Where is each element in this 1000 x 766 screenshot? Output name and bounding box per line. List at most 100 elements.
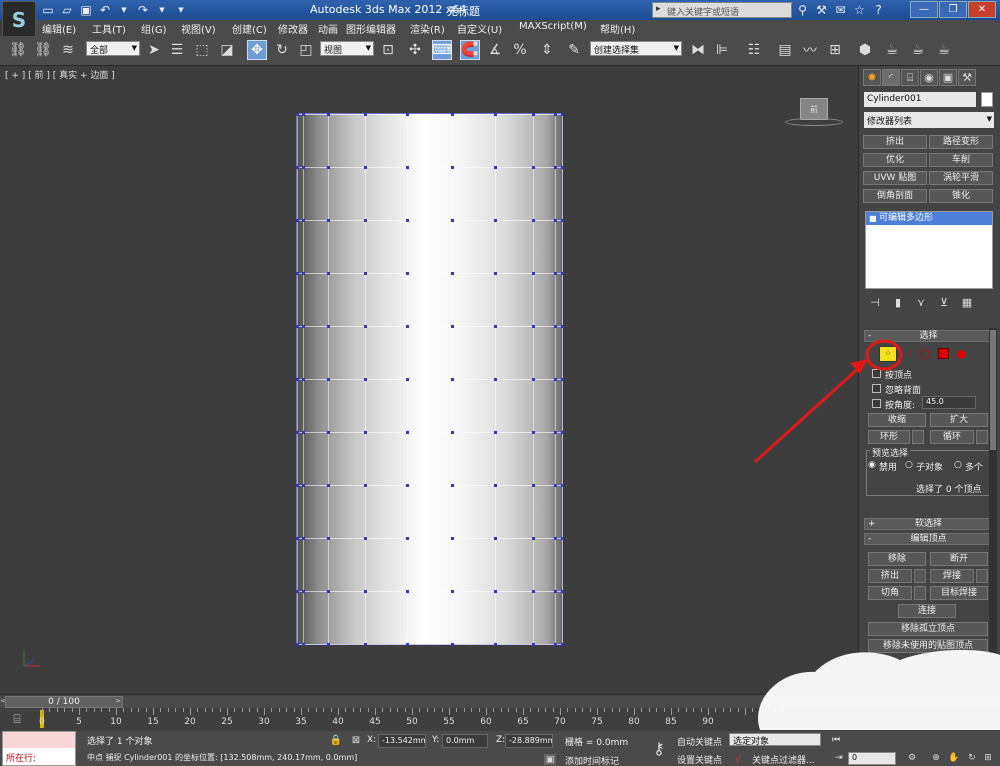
mesh-vertex[interactable] bbox=[532, 590, 535, 593]
mesh-vertex[interactable] bbox=[494, 590, 497, 593]
mesh-vertex[interactable] bbox=[327, 378, 330, 381]
material-editor-icon[interactable]: ⬢ bbox=[855, 40, 875, 60]
mesh-vertex[interactable] bbox=[532, 325, 535, 328]
mesh-vertex[interactable] bbox=[406, 537, 409, 540]
mesh-vertex[interactable] bbox=[494, 219, 497, 222]
mesh-vertex[interactable] bbox=[554, 431, 557, 434]
mesh-vertex[interactable] bbox=[302, 272, 305, 275]
mesh-vertex[interactable] bbox=[406, 643, 409, 646]
track-bar[interactable]: ⌸ 0 5 10 15 20 25 30 35 40 45 50 55 60 65 70 75 80 85 90 bbox=[0, 708, 1000, 731]
mesh-vertex[interactable] bbox=[494, 272, 497, 275]
front-viewport[interactable]: [ + ] [ 前 ] [ 真实 + 边面 ] 前 bbox=[0, 66, 855, 694]
layer-manager-icon[interactable]: ☷ bbox=[744, 40, 764, 60]
close-icon[interactable]: ✕ bbox=[968, 1, 996, 18]
rectangular-selection-icon[interactable]: ⬚ bbox=[192, 40, 212, 60]
curve-editor-icon[interactable]: 〰 bbox=[800, 40, 820, 60]
mesh-vertex[interactable] bbox=[302, 431, 305, 434]
preview-multi-radio[interactable]: ○ bbox=[954, 460, 962, 470]
auto-key-button[interactable]: 自动关键点 bbox=[677, 735, 722, 748]
percent-snap-icon[interactable]: % bbox=[510, 40, 530, 60]
modifier-bevel-profile-button[interactable]: 倒角剖面 bbox=[863, 189, 927, 203]
redo-icon[interactable]: ↷ bbox=[135, 2, 151, 18]
mesh-vertex[interactable] bbox=[451, 431, 454, 434]
chamfer-button[interactable]: 切角 bbox=[868, 586, 912, 600]
mesh-vertex[interactable] bbox=[406, 378, 409, 381]
set-key-button[interactable]: 设置关键点 bbox=[677, 753, 722, 766]
mesh-vertex[interactable] bbox=[364, 378, 367, 381]
undo-dropdown-icon[interactable]: ▼ bbox=[116, 2, 132, 18]
mesh-vertex[interactable] bbox=[561, 643, 564, 646]
menu-customize[interactable]: 自定义(U) bbox=[457, 21, 502, 36]
menu-modifiers[interactable]: 修改器 bbox=[278, 21, 308, 36]
z-coord-field[interactable]: -28.889mm bbox=[505, 734, 553, 748]
select-by-name-icon[interactable]: ☰ bbox=[167, 40, 187, 60]
loop-spinner[interactable] bbox=[976, 430, 988, 444]
snaps-toggle-icon[interactable]: 🧲 bbox=[460, 40, 480, 60]
loop-button[interactable]: 循环 bbox=[930, 430, 974, 444]
mesh-vertex[interactable] bbox=[554, 378, 557, 381]
target-weld-button[interactable]: 目标焊接 bbox=[930, 586, 988, 600]
modifier-turbosmooth-button[interactable]: 涡轮平滑 bbox=[929, 171, 993, 185]
preview-off-radio[interactable]: ◉ bbox=[868, 460, 876, 470]
mesh-vertex[interactable] bbox=[302, 325, 305, 328]
mesh-vertex[interactable] bbox=[302, 378, 305, 381]
mesh-vertex[interactable] bbox=[561, 325, 564, 328]
modifier-uvw-map-button[interactable]: UVW 贴图 bbox=[863, 171, 927, 185]
restore-icon[interactable]: ❐ bbox=[939, 1, 967, 18]
menu-graph-editors[interactable]: 图形编辑器 bbox=[346, 21, 396, 36]
mesh-vertex[interactable] bbox=[364, 219, 367, 222]
mesh-vertex[interactable] bbox=[406, 272, 409, 275]
time-tag-icon[interactable]: ▣ bbox=[544, 754, 556, 765]
mesh-vertex[interactable] bbox=[327, 590, 330, 593]
weld-button[interactable]: 焊接 bbox=[930, 569, 974, 583]
mesh-vertex[interactable] bbox=[494, 166, 497, 169]
go-to-start-icon[interactable]: ⏮ bbox=[830, 734, 842, 746]
angle-value-spinner[interactable]: 45.0 bbox=[922, 396, 976, 409]
mesh-vertex[interactable] bbox=[406, 113, 409, 116]
zoom-extents-icon[interactable]: ⊕ bbox=[930, 752, 942, 764]
menu-tools[interactable]: 工具(T) bbox=[92, 21, 126, 36]
spinner-snap-icon[interactable]: ⇕ bbox=[537, 40, 557, 60]
mesh-vertex[interactable] bbox=[302, 484, 305, 487]
save-file-icon[interactable]: ▣ bbox=[78, 2, 94, 18]
mesh-vertex[interactable] bbox=[296, 537, 299, 540]
mesh-vertex[interactable] bbox=[327, 643, 330, 646]
new-file-icon[interactable]: ▭ bbox=[40, 2, 56, 18]
shrink-button[interactable]: 收缩 bbox=[868, 413, 926, 427]
element-subobject-icon[interactable]: ⬢ bbox=[955, 348, 967, 361]
menu-maxscript[interactable]: MAXScript(M) bbox=[519, 21, 587, 32]
mesh-vertex[interactable] bbox=[364, 484, 367, 487]
time-slider-next-icon[interactable]: > bbox=[115, 695, 121, 707]
maxscript-listener-mini[interactable]: 所在行: bbox=[2, 731, 76, 766]
border-subobject-icon[interactable]: ◯ bbox=[919, 348, 931, 360]
select-and-rotate-icon[interactable]: ↻ bbox=[272, 40, 292, 60]
mesh-vertex[interactable] bbox=[561, 219, 564, 222]
redo-dropdown-icon[interactable]: ▼ bbox=[154, 2, 170, 18]
favorites-star-icon[interactable]: ☆ bbox=[851, 2, 868, 18]
ring-spinner[interactable] bbox=[912, 430, 924, 444]
modifier-path-deform-button[interactable]: 路径变形 bbox=[929, 135, 993, 149]
by-angle-checkbox[interactable] bbox=[872, 399, 881, 408]
mesh-vertex[interactable] bbox=[296, 643, 299, 646]
mesh-vertex[interactable] bbox=[364, 166, 367, 169]
mesh-vertex[interactable] bbox=[296, 272, 299, 275]
select-object-icon[interactable]: ➤ bbox=[144, 40, 164, 60]
mesh-vertex[interactable] bbox=[451, 643, 454, 646]
mesh-vertex[interactable] bbox=[451, 325, 454, 328]
communication-icon[interactable]: ✉ bbox=[832, 2, 849, 18]
motion-tab-icon[interactable]: ◉ bbox=[920, 69, 938, 86]
mesh-vertex[interactable] bbox=[494, 325, 497, 328]
edit-vertices-rollout-header[interactable]: - 编辑顶点 bbox=[864, 533, 993, 545]
mesh-vertex[interactable] bbox=[296, 166, 299, 169]
time-slider[interactable]: 0 / 100 bbox=[5, 696, 123, 708]
menu-create[interactable]: 创建(C) bbox=[232, 21, 267, 36]
menu-group[interactable]: 组(G) bbox=[141, 21, 167, 36]
modify-tab-icon[interactable]: ◜ bbox=[882, 69, 900, 86]
mesh-vertex[interactable] bbox=[296, 590, 299, 593]
mesh-vertex[interactable] bbox=[327, 272, 330, 275]
mesh-vertex[interactable] bbox=[532, 537, 535, 540]
menu-animation[interactable]: 动画 bbox=[318, 21, 338, 36]
display-tab-icon[interactable]: ▣ bbox=[939, 69, 957, 86]
mesh-vertex[interactable] bbox=[554, 166, 557, 169]
object-name-field[interactable]: Cylinder001 bbox=[864, 92, 976, 107]
